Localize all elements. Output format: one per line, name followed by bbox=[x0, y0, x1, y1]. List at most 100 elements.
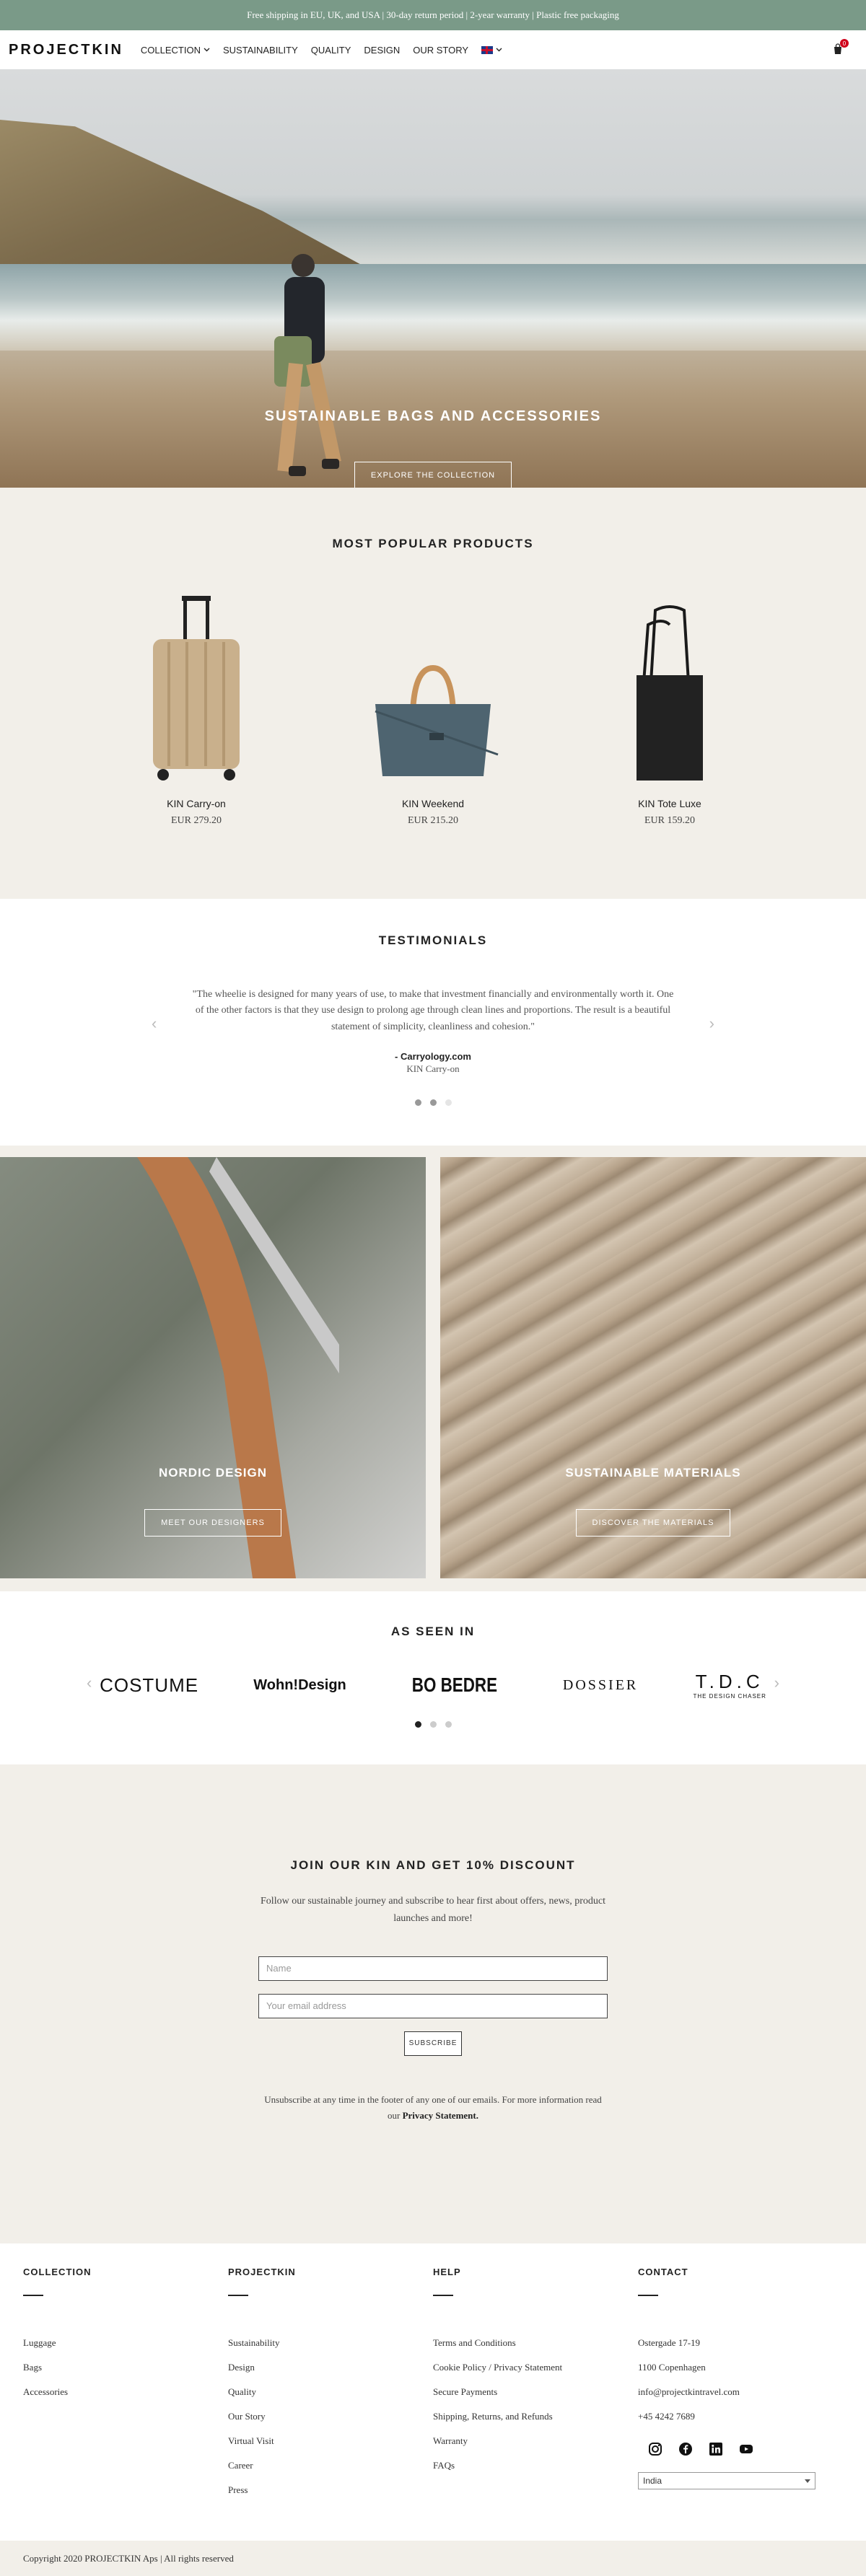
nordic-design-tile[interactable]: NORDIC DESIGN MEET OUR DESIGNERS bbox=[0, 1157, 426, 1578]
email-input[interactable]: Your email address bbox=[258, 1993, 608, 2018]
product-name: KIN Weekend bbox=[401, 798, 465, 809]
footer-column-collection: COLLECTION Luggage Bags Accessories bbox=[23, 2267, 228, 2541]
footer-link[interactable]: FAQs bbox=[433, 2453, 638, 2478]
footer-link[interactable]: Luggage bbox=[23, 2331, 228, 2355]
footer-heading: PROJECTKIN bbox=[228, 2267, 296, 2277]
footer-divider bbox=[433, 2295, 453, 2296]
hero-person-image bbox=[274, 254, 341, 476]
footer-link[interactable]: Secure Payments bbox=[433, 2380, 638, 2404]
contact-phone-link[interactable]: +45 4242 7689 bbox=[638, 2404, 843, 2429]
youtube-icon[interactable] bbox=[739, 2442, 753, 2456]
sustainable-materials-title: SUSTAINABLE MATERIALS bbox=[565, 1466, 741, 1480]
pagination-dot[interactable] bbox=[429, 1099, 437, 1107]
name-input[interactable]: Name bbox=[258, 1956, 608, 1981]
press-next-arrow[interactable]: › bbox=[774, 1674, 779, 1692]
product-image-carry-on bbox=[110, 589, 283, 783]
privacy-statement-link[interactable]: Privacy Statement. bbox=[403, 2110, 478, 2121]
sustainable-materials-tile[interactable]: SUSTAINABLE MATERIALS DISCOVER THE MATER… bbox=[440, 1157, 866, 1578]
product-price: EUR 279.20 bbox=[171, 815, 222, 826]
footer-link[interactable]: Our Story bbox=[228, 2404, 433, 2429]
footer-link[interactable]: Bags bbox=[23, 2355, 228, 2380]
footer-column-help: HELP Terms and Conditions Cookie Policy … bbox=[433, 2267, 638, 2541]
footer-link[interactable]: Quality bbox=[228, 2380, 433, 2404]
footer-link[interactable]: Design bbox=[228, 2355, 433, 2380]
testimonial-prev-arrow[interactable]: ‹ bbox=[152, 1014, 157, 1033]
subscribe-button[interactable]: SUBSCRIBE bbox=[404, 2031, 462, 2056]
testimonial-product: KIN Carry-on bbox=[406, 1063, 460, 1075]
pagination-dot[interactable] bbox=[414, 1099, 421, 1107]
nordic-design-title: NORDIC DESIGN bbox=[159, 1466, 267, 1480]
product-card[interactable]: KIN Weekend EUR 215.20 bbox=[315, 589, 551, 827]
chevron-down-icon bbox=[805, 2479, 810, 2483]
footer-link[interactable]: Shipping, Returns, and Refunds bbox=[433, 2404, 638, 2429]
footer-divider bbox=[228, 2295, 248, 2296]
pagination-dot[interactable] bbox=[429, 1721, 437, 1728]
cart-count-badge: 0 bbox=[840, 39, 849, 48]
as-seen-in-section: AS SEEN IN ‹ › COSTUME Wohn!Design BO BE… bbox=[0, 1591, 866, 1764]
cart-button[interactable]: 0 bbox=[833, 39, 849, 55]
nav-our-story[interactable]: OUR STORY bbox=[413, 45, 468, 56]
nav-quality[interactable]: QUALITY bbox=[311, 45, 351, 56]
footer-heading: COLLECTION bbox=[23, 2267, 92, 2277]
explore-collection-button[interactable]: EXPLORE THE COLLECTION bbox=[354, 462, 512, 488]
product-price: EUR 159.20 bbox=[644, 815, 695, 826]
site-logo[interactable]: PROJECTKIN bbox=[9, 42, 123, 58]
nav-collection-label: COLLECTION bbox=[140, 44, 201, 56]
contact-city: 1100 Copenhagen bbox=[638, 2362, 706, 2373]
facebook-icon[interactable] bbox=[678, 2442, 693, 2456]
testimonial-next-arrow[interactable]: › bbox=[709, 1014, 714, 1033]
nav-sustainability[interactable]: SUSTAINABILITY bbox=[223, 45, 298, 56]
nav-quality-label: QUALITY bbox=[310, 44, 351, 56]
linkedin-icon[interactable] bbox=[709, 2442, 723, 2456]
footer-divider bbox=[638, 2295, 658, 2296]
footer-link[interactable]: Terms and Conditions bbox=[433, 2331, 638, 2355]
footer-heading: CONTACT bbox=[638, 2267, 688, 2277]
contact-email-link[interactable]: info@projectkintravel.com bbox=[638, 2380, 843, 2404]
newsletter-note: Unsubscribe at any time in the footer of… bbox=[260, 2092, 606, 2124]
footer-link[interactable]: Accessories bbox=[23, 2380, 228, 2404]
chevron-down-icon bbox=[496, 48, 502, 52]
meet-designers-button[interactable]: MEET OUR DESIGNERS bbox=[144, 1509, 281, 1537]
popular-title: MOST POPULAR PRODUCTS bbox=[332, 537, 534, 550]
product-card[interactable]: KIN Carry-on EUR 279.20 bbox=[78, 589, 315, 827]
nav-design[interactable]: DESIGN bbox=[364, 45, 400, 56]
footer-link[interactable]: Cookie Policy / Privacy Statement bbox=[433, 2355, 638, 2380]
discover-materials-button[interactable]: DISCOVER THE MATERIALS bbox=[576, 1509, 730, 1537]
footer-link[interactable]: Virtual Visit bbox=[228, 2429, 433, 2453]
site-footer: COLLECTION Luggage Bags Accessories PROJ… bbox=[0, 2243, 866, 2541]
weekend-bag-icon bbox=[375, 664, 499, 776]
suitcase-icon bbox=[153, 596, 240, 781]
country-selector[interactable]: India bbox=[638, 2472, 815, 2489]
press-prev-arrow[interactable]: ‹ bbox=[87, 1674, 92, 1692]
pagination-dot[interactable] bbox=[445, 1721, 452, 1728]
product-image-weekend bbox=[346, 589, 520, 783]
footer-heading: HELP bbox=[433, 2267, 461, 2277]
language-selector[interactable] bbox=[481, 45, 502, 54]
pagination-dot[interactable] bbox=[414, 1721, 421, 1728]
footer-link[interactable]: Press bbox=[228, 2478, 433, 2502]
footer-link[interactable]: Career bbox=[228, 2453, 433, 2478]
copyright-bar: Copyright 2020 PROJECTKIN Aps | All righ… bbox=[0, 2541, 866, 2576]
testimonial-author: - Carryology.com bbox=[395, 1051, 471, 1063]
press-logo-bobedre[interactable]: BO BEDRE bbox=[412, 1674, 497, 1697]
product-price: EUR 215.20 bbox=[408, 815, 458, 826]
pagination-dot[interactable] bbox=[445, 1099, 452, 1107]
announcement-bar: Free shipping in EU, UK, and USA | 30-da… bbox=[0, 0, 866, 30]
as-seen-in-title: AS SEEN IN bbox=[390, 1625, 476, 1638]
footer-link[interactable]: Warranty bbox=[433, 2429, 638, 2453]
product-image-tote bbox=[583, 589, 756, 783]
press-logo-wohndesign[interactable]: Wohn!Design bbox=[253, 1677, 346, 1694]
press-logo-costume[interactable]: COSTUME bbox=[100, 1674, 198, 1697]
feature-tiles: NORDIC DESIGN MEET OUR DESIGNERS SUSTAIN… bbox=[0, 1146, 866, 1591]
instagram-icon[interactable] bbox=[648, 2442, 662, 2456]
footer-link[interactable]: Sustainability bbox=[228, 2331, 433, 2355]
tdc-logo-subtext: THE DESIGN CHASER bbox=[693, 1693, 766, 1700]
social-links bbox=[648, 2442, 843, 2456]
nav-design-label: DESIGN bbox=[364, 44, 401, 56]
newsletter-description: Follow our sustainable journey and subsc… bbox=[261, 1896, 605, 1924]
press-logo-dossier[interactable]: DOSSIER bbox=[563, 1677, 638, 1694]
nav-collection[interactable]: COLLECTION bbox=[141, 45, 210, 56]
chevron-down-icon bbox=[204, 48, 210, 52]
product-card[interactable]: KIN Tote Luxe EUR 159.20 bbox=[551, 589, 788, 827]
press-logo-tdc[interactable]: T.D.C THE DESIGN CHASER bbox=[693, 1671, 766, 1700]
